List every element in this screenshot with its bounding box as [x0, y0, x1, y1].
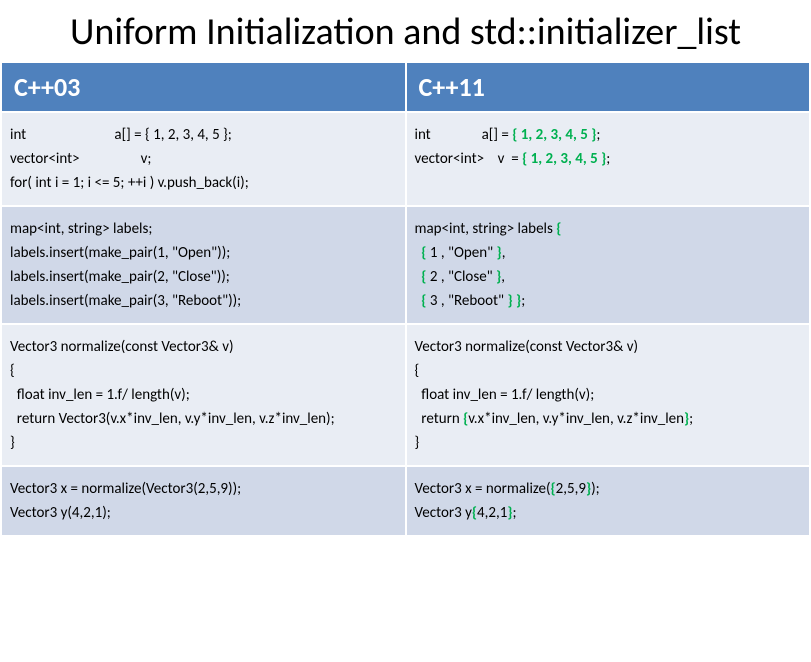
cell-cpp11: int a[] = { 1, 2, 3, 4, 5 }; vector<int>…: [406, 112, 811, 206]
cell-cpp11: map<int, string> labels { { 1 , "Open" }…: [406, 206, 811, 324]
header-cpp11: C++11: [406, 62, 811, 112]
cell-cpp03: Vector3 x = normalize(Vector3(2,5,9)); V…: [1, 466, 406, 536]
table-row: map<int, string> labels; labels.insert(m…: [1, 206, 810, 324]
table-row: int a[] = { 1, 2, 3, 4, 5 }; vector<int>…: [1, 112, 810, 206]
comparison-table: C++03 C++11 int a[] = { 1, 2, 3, 4, 5 };…: [0, 61, 811, 537]
cell-cpp03: Vector3 normalize(const Vector3& v) { fl…: [1, 324, 406, 466]
slide-title: Uniform Initialization and std::initiali…: [0, 0, 811, 61]
cell-cpp03: map<int, string> labels; labels.insert(m…: [1, 206, 406, 324]
cell-cpp11: Vector3 normalize(const Vector3& v) { fl…: [406, 324, 811, 466]
cell-cpp11: Vector3 x = normalize({2,5,9}); Vector3 …: [406, 466, 811, 536]
header-cpp03: C++03: [1, 62, 406, 112]
cell-cpp03: int a[] = { 1, 2, 3, 4, 5 }; vector<int>…: [1, 112, 406, 206]
table-row: Vector3 normalize(const Vector3& v) { fl…: [1, 324, 810, 466]
table-row: Vector3 x = normalize(Vector3(2,5,9)); V…: [1, 466, 810, 536]
